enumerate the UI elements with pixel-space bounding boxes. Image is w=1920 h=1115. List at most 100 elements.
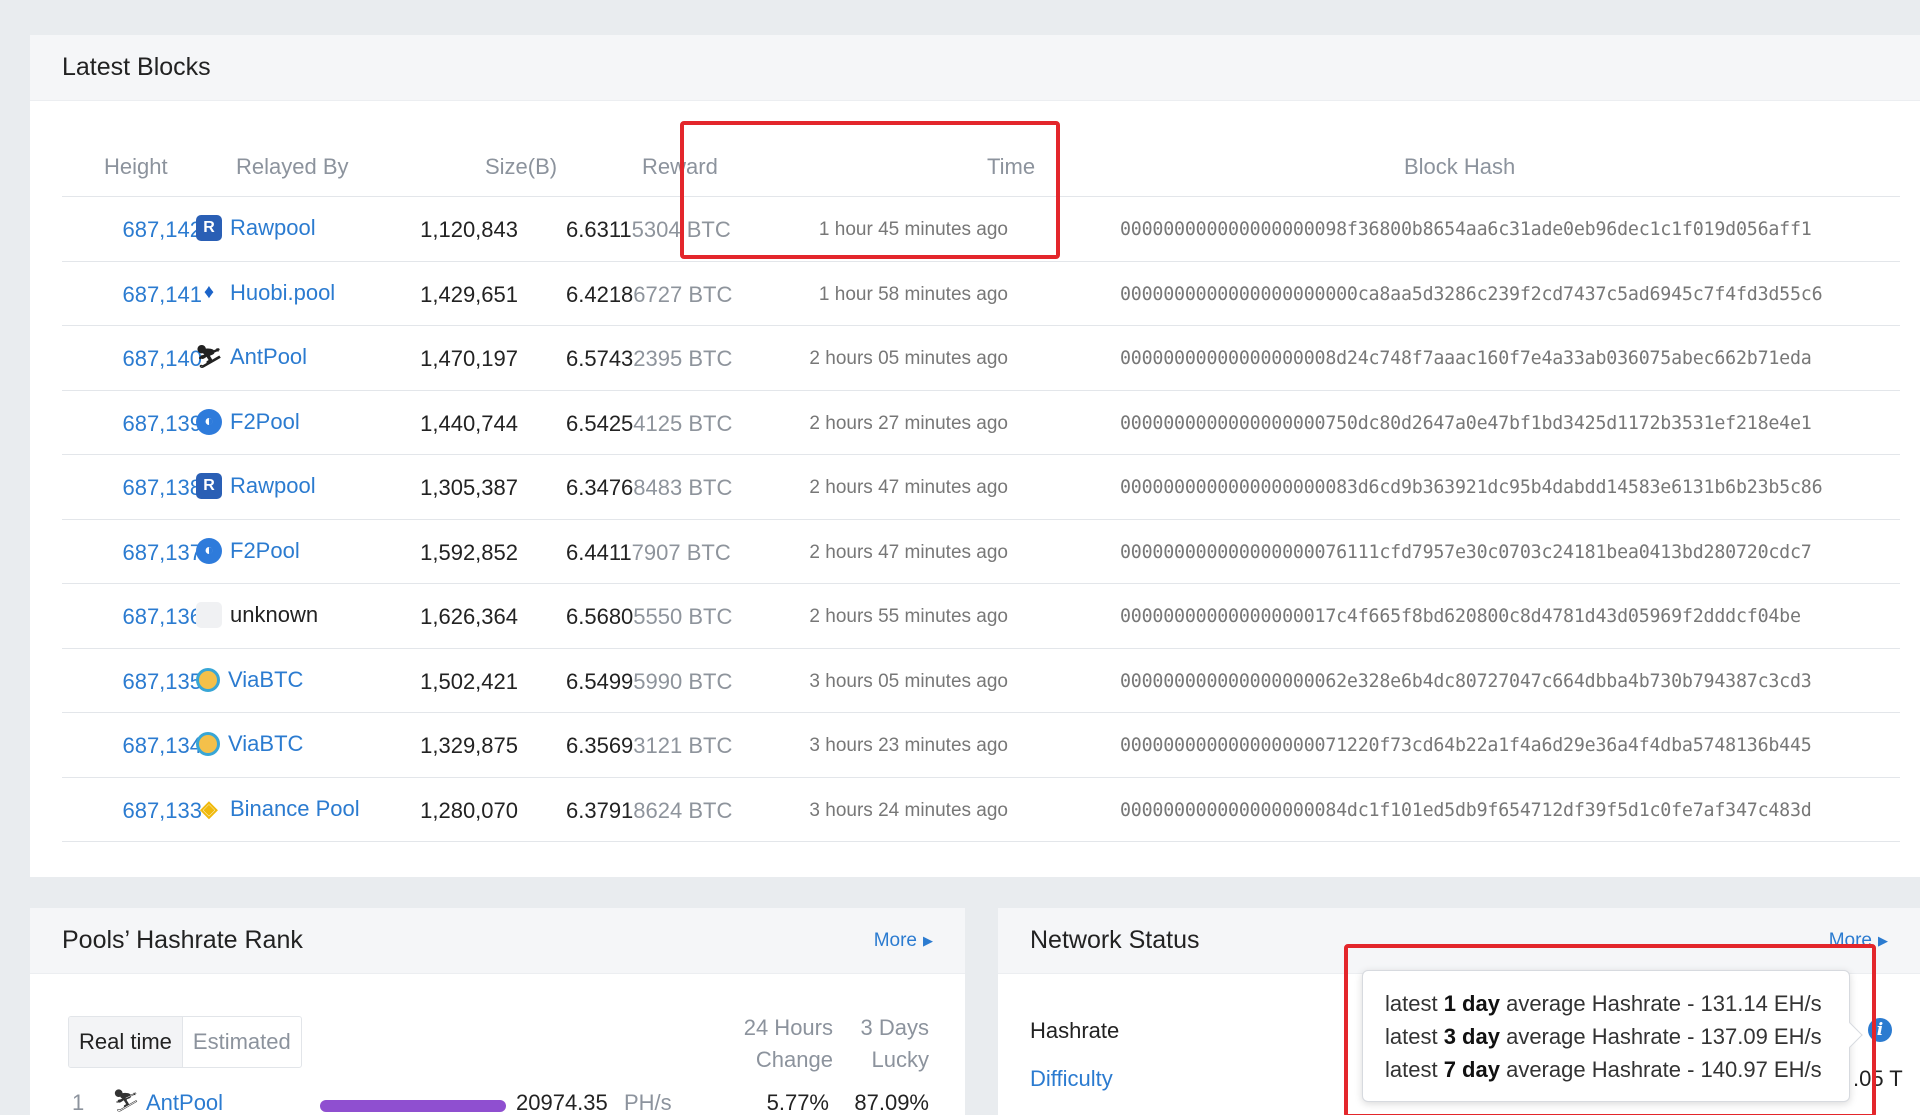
block-reward: 6.54995990 BTC	[566, 669, 732, 695]
block-hash-link[interactable]: 0000000000000000000750dc80d2647a0e47bf1b…	[1120, 413, 1812, 434]
rawpool-icon: R	[196, 473, 222, 499]
col-relayed-by: Relayed By	[236, 154, 349, 179]
block-size: 1,626,364	[420, 604, 518, 629]
block-time: 2 hours 47 minutes ago	[809, 541, 1008, 563]
relayed-by-cell: unknown	[196, 602, 318, 628]
block-height-link[interactable]: 687,133	[122, 798, 202, 824]
difficulty-link[interactable]: Difficulty	[1030, 1066, 1113, 1092]
table-row: 687,139 ◐ F2Pool 1,440,744 6.54254125 BTC 2 h…	[62, 391, 1900, 455]
pool-name-link[interactable]: F2Pool	[230, 409, 300, 435]
reward-rest: 7907 BTC	[631, 539, 731, 565]
pool-name-link[interactable]: Rawpool	[230, 215, 316, 241]
binance-pool-icon: ◈	[200, 795, 218, 821]
block-time: 3 hours 24 minutes ago	[809, 799, 1008, 821]
block-size: 1,502,421	[420, 668, 518, 694]
reward-rest: 3121 BTC	[633, 733, 733, 758]
f2pool-icon: ◐	[196, 408, 222, 435]
reward-rest: 5990 BTC	[633, 668, 733, 694]
block-hash-link[interactable]: 0000000000000000000083d6cd9b363921dc95b4…	[1120, 477, 1823, 498]
time-highlight-box	[680, 121, 1060, 259]
block-hash-link[interactable]: 00000000000000000017c4f665f8bd620800c8d4…	[1120, 606, 1801, 627]
block-height-link[interactable]: 687,137	[122, 540, 202, 566]
viabtc-icon	[196, 667, 220, 692]
col-block-hash: Block Hash	[1404, 154, 1516, 179]
block-reward: 6.35693121 BTC	[566, 733, 732, 759]
network-status-card: Network Status More ▶ Hashrate Difficult…	[998, 908, 1920, 1115]
pool-name-link[interactable]: F2Pool	[230, 538, 300, 564]
pool-name-link[interactable]: AntPool	[230, 344, 307, 370]
block-time: 3 hours 23 minutes ago	[809, 735, 1008, 756]
pool-name-link: unknown	[230, 602, 319, 627]
block-time: 2 hours 55 minutes ago	[809, 606, 1008, 627]
pools-header: Pools’ Hashrate Rank More ▶	[30, 908, 965, 974]
reward-rest: 8483 BTC	[633, 475, 733, 500]
table-row: 687,136 unknown 1,626,364 6.56805550 BTC 2 h…	[62, 584, 1900, 649]
block-time: 2 hours 27 minutes ago	[809, 412, 1008, 434]
block-size: 1,470,197	[420, 346, 518, 371]
block-hash-link[interactable]: 0000000000000000000000ca8aa5d3286c239f2c…	[1120, 284, 1823, 305]
block-size: 1,305,387	[420, 475, 518, 500]
col-24h-change-line2: Change	[755, 1047, 833, 1072]
table-row: 687,137 ◐ F2Pool 1,592,852 6.44117907 BTC 2 h…	[62, 520, 1900, 584]
col-3d-lucky: 3 Days Lucky	[861, 1012, 929, 1076]
block-height-link[interactable]: 687,139	[122, 411, 202, 437]
table-row: 687,135 ViaBTC 1,502,421 6.54995990 BTC 3 ho…	[62, 649, 1900, 713]
f2pool-icon: ◐	[196, 537, 222, 564]
table-row: 687,134 ViaBTC 1,329,875 6.35693121 BTC 3 ho…	[62, 713, 1900, 778]
pool-name-link[interactable]: ViaBTC	[228, 667, 303, 693]
block-height-link[interactable]: 687,138	[122, 475, 202, 501]
block-height-link[interactable]: 687,136	[122, 604, 202, 630]
reward-rest: 4125 BTC	[633, 410, 733, 436]
relayed-by-cell: ◈ Binance Pool	[196, 796, 360, 822]
block-hash-link[interactable]: 000000000000000000062e328e6b4dc80727047c…	[1120, 671, 1812, 692]
col-3d-lucky-line1: 3 Days	[860, 1015, 929, 1040]
block-height-link[interactable]: 687,135	[122, 669, 202, 695]
reward-main: 6.3476	[566, 475, 634, 500]
block-hash-link[interactable]: 00000000000000000008d24c748f7aaac160f7e4…	[1120, 348, 1812, 369]
pool-name-link[interactable]: ViaBTC	[228, 731, 303, 757]
block-time: 2 hours 47 minutes ago	[809, 477, 1008, 498]
pool-name-link[interactable]: Huobi.pool	[230, 280, 335, 306]
block-height-link[interactable]: 687,142	[122, 217, 202, 243]
block-hash-link[interactable]: 000000000000000000076111cfd7957e30c0703c…	[1120, 542, 1812, 563]
relayed-by-cell: ViaBTC	[196, 667, 303, 693]
block-reward: 6.37918624 BTC	[566, 798, 732, 824]
block-reward: 6.42186727 BTC	[566, 282, 732, 308]
pools-more-link[interactable]: More ▶	[874, 930, 933, 952]
rank-mode-toggle: Real time Estimated	[68, 1016, 302, 1068]
reward-rest: 8624 BTC	[633, 797, 733, 823]
tab-estimated[interactable]: Estimated	[183, 1017, 301, 1067]
pool-name-link[interactable]: AntPool	[146, 1090, 223, 1115]
unknown-pool-icon	[196, 602, 222, 628]
block-size: 1,592,852	[420, 539, 518, 565]
block-size: 1,329,875	[420, 733, 518, 758]
block-height-link[interactable]: 687,140	[122, 346, 202, 372]
caret-right-icon: ▶	[923, 932, 933, 948]
block-hash-link[interactable]: 000000000000000000084dc1f101ed5db9f65471…	[1120, 800, 1812, 821]
pool-lucky: 87.09%	[854, 1090, 929, 1115]
pool-name-link[interactable]: Rawpool	[230, 473, 316, 499]
pools-more-label: More	[873, 929, 917, 951]
pool-change: 5.77%	[766, 1090, 829, 1115]
col-size: Size(B)	[485, 154, 558, 179]
reward-rest: 6727 BTC	[633, 281, 733, 307]
block-size: 1,440,744	[420, 410, 518, 436]
relayed-by-cell: R Rawpool	[196, 215, 316, 241]
pools-title: Pools’ Hashrate Rank	[62, 926, 303, 954]
tab-real-time[interactable]: Real time	[69, 1017, 183, 1067]
reward-main: 6.3569	[566, 733, 634, 758]
antpool-icon: ⛷	[112, 1088, 140, 1113]
table-row: 687,138 R Rawpool 1,305,387 6.34768483 BTC 2 …	[62, 455, 1900, 520]
pool-name-link[interactable]: Binance Pool	[230, 796, 360, 822]
reward-main: 6.3791	[566, 797, 634, 823]
block-hash-link[interactable]: 000000000000000000071220f73cd64b22a1f4a6…	[1120, 735, 1812, 756]
block-height-link[interactable]: 687,134	[122, 733, 202, 759]
reward-main: 6.5425	[566, 410, 634, 436]
block-hash-link[interactable]: 000000000000000000098f36800b8654aa6c31ad…	[1120, 219, 1812, 240]
hashrate-bar	[320, 1100, 506, 1112]
block-height-link[interactable]: 687,141	[122, 282, 202, 308]
table-body: 687,142 R Rawpool 1,120,843 6.63115304 BTC 1 …	[62, 197, 1900, 842]
col-24h-change: 24 Hours Change	[744, 1012, 833, 1076]
relayed-by-cell: ♦ Huobi.pool	[196, 280, 335, 306]
caret-right-icon: ▶	[1878, 932, 1888, 948]
